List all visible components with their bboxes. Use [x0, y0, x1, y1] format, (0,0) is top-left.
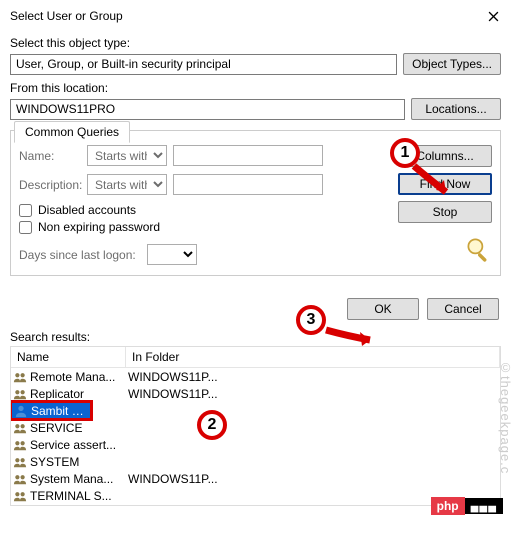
description-match-select[interactable]: Starts with [87, 174, 167, 195]
annotation-marker-2: 2 [197, 410, 227, 440]
days-since-logon-select[interactable] [147, 244, 197, 265]
annotation-arrow-1 [408, 160, 458, 202]
row-name: Replicator [30, 387, 128, 401]
annotation-marker-3: 3 [296, 305, 326, 335]
table-row[interactable]: This Organiza [11, 504, 500, 506]
row-name: System Mana... [30, 472, 128, 486]
name-match-select[interactable]: Starts with [87, 145, 167, 166]
location-field[interactable] [10, 99, 405, 120]
row-folder: WINDOWS11P... [128, 370, 498, 384]
table-row[interactable]: Sambit Koley (...WINDOWS11P... [11, 402, 91, 419]
search-results-label: Search results: [0, 326, 511, 346]
days-since-logon-label: Days since last logon: [19, 248, 139, 262]
description-input[interactable] [173, 174, 323, 195]
results-grid: Name In Folder Remote Mana...WINDOWS11P.… [10, 346, 501, 506]
annotation-arrow-3 [320, 322, 384, 350]
close-icon[interactable] [483, 6, 503, 26]
object-type-label: Select this object type: [10, 36, 501, 50]
description-label: Description: [19, 178, 81, 192]
name-input[interactable] [173, 145, 323, 166]
row-name: This Organiza [30, 506, 128, 507]
object-types-button[interactable]: Object Types... [403, 53, 501, 75]
table-row[interactable]: ReplicatorWINDOWS11P... [11, 385, 500, 402]
table-row[interactable]: Remote Mana...WINDOWS11P... [11, 368, 500, 385]
row-name: Service assert... [30, 438, 128, 452]
tab-common-queries[interactable]: Common Queries [14, 121, 130, 143]
column-header-name[interactable]: Name [11, 347, 126, 367]
row-name: SYSTEM [30, 455, 128, 469]
watermark-text: ©thegeekpage.c [498, 360, 511, 474]
table-row[interactable]: Service assert... [11, 436, 500, 453]
name-label: Name: [19, 149, 81, 163]
non-expiring-checkbox[interactable]: Non expiring password [19, 220, 390, 234]
stop-button[interactable]: Stop [398, 201, 492, 223]
column-header-folder[interactable]: In Folder [126, 347, 500, 367]
window-title: Select User or Group [10, 9, 123, 23]
locations-button[interactable]: Locations... [411, 98, 501, 120]
php-badge: php▄▄▄ [431, 497, 503, 515]
location-label: From this location: [10, 81, 501, 95]
row-folder: WINDOWS11P... [128, 387, 498, 401]
row-name: Sambit Koley (... [31, 404, 88, 418]
table-row[interactable]: TERMINAL S... [11, 487, 500, 504]
search-icon [464, 235, 492, 263]
table-row[interactable]: System Mana...WINDOWS11P... [11, 470, 500, 487]
ok-button[interactable]: OK [347, 298, 419, 320]
cancel-button[interactable]: Cancel [427, 298, 499, 320]
object-type-field[interactable] [10, 54, 397, 75]
row-name: Remote Mana... [30, 370, 128, 384]
table-row[interactable]: SYSTEM [11, 453, 500, 470]
disabled-accounts-checkbox[interactable]: Disabled accounts [19, 203, 390, 217]
annotation-marker-1: 1 [390, 138, 420, 168]
row-name: SERVICE [30, 421, 128, 435]
row-folder: WINDOWS11P... [128, 472, 498, 486]
table-row[interactable]: SERVICE [11, 419, 500, 436]
row-name: TERMINAL S... [30, 489, 128, 503]
